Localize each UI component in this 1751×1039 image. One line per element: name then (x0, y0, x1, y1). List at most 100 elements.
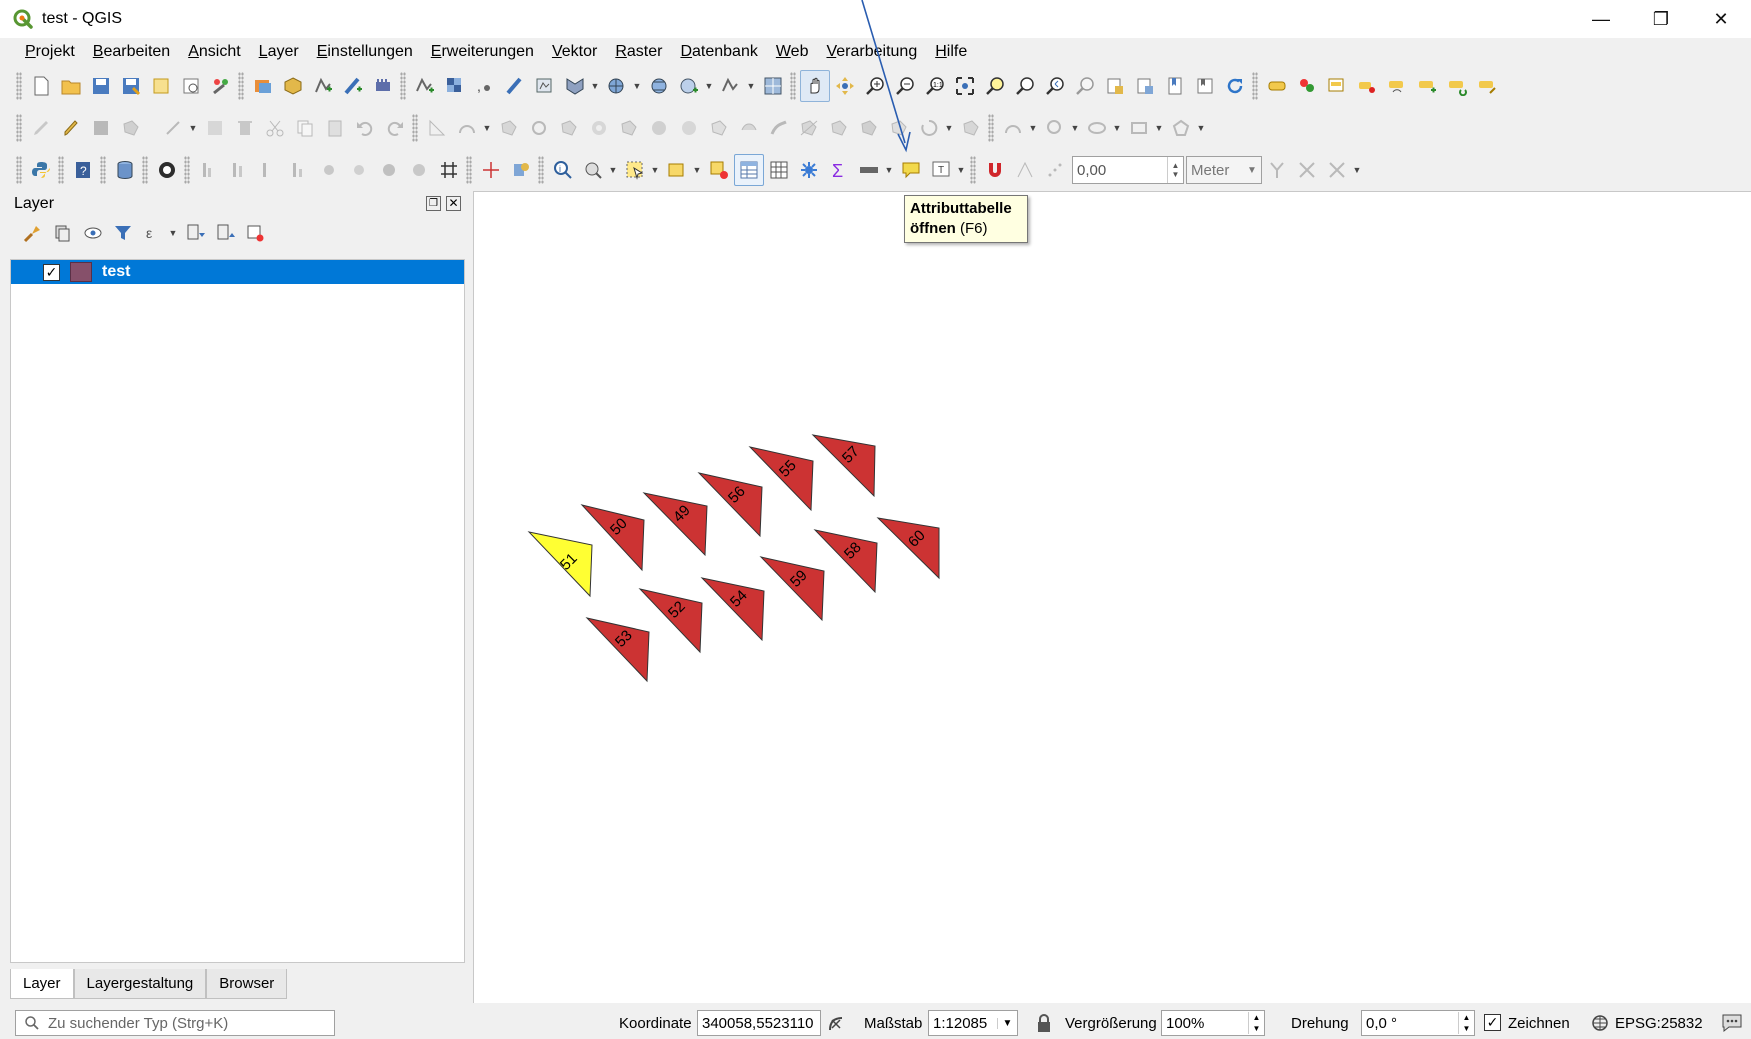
add-circle-icon[interactable] (1040, 112, 1070, 144)
toolbox-icon[interactable] (794, 154, 824, 186)
help-contents-icon[interactable]: ? (68, 154, 98, 186)
offset-curve-icon[interactable] (764, 112, 794, 144)
change-label-icon[interactable] (1472, 70, 1502, 102)
rotate-feature-icon[interactable] (524, 112, 554, 144)
scale-field[interactable]: 1:12085 ▼ (928, 1010, 1018, 1036)
filter-by-expression-icon[interactable]: ε (138, 217, 168, 249)
restore-button[interactable]: ❐ (1631, 0, 1691, 38)
data-source-manager-icon[interactable] (248, 70, 278, 102)
shape-digitize-icon[interactable] (998, 112, 1028, 144)
chevron-down-icon[interactable]: ▼ (1196, 112, 1206, 144)
add-ring-icon[interactable] (584, 112, 614, 144)
close-button[interactable]: ✕ (1691, 0, 1751, 38)
menu-bearbeiten[interactable]: Bearbeiten (84, 43, 179, 61)
new-project-icon[interactable] (26, 70, 56, 102)
add-rectangle-icon[interactable] (1124, 112, 1154, 144)
coordinate-capture-icon[interactable] (506, 154, 536, 186)
chevron-down-icon[interactable]: ▼ (956, 154, 966, 186)
toolbar-grip[interactable] (58, 156, 64, 184)
rotate-label-icon[interactable] (1442, 70, 1472, 102)
chevron-down-icon[interactable]: ▼ (590, 70, 600, 102)
render-checkbox[interactable]: ✓ (1484, 1014, 1501, 1031)
quickmapservices-icon[interactable] (152, 154, 182, 186)
cut-features-icon[interactable] (260, 112, 290, 144)
new-geopackage-icon[interactable] (278, 70, 308, 102)
add-raster-layer-icon[interactable] (440, 70, 470, 102)
menu-hilfe[interactable]: Hilfe (926, 43, 976, 61)
toggle-extents-icon[interactable] (826, 1014, 846, 1034)
new-print-layout-icon[interactable] (146, 70, 176, 102)
map-feature-60[interactable]: 60 (876, 517, 940, 580)
chevron-down-icon[interactable]: ▼ (692, 154, 702, 186)
toolbar-grip[interactable] (1252, 72, 1258, 100)
raster-tool-3-icon[interactable] (254, 154, 284, 186)
add-vector-layer-icon[interactable] (410, 70, 440, 102)
crs-globe-icon[interactable] (1590, 1014, 1610, 1032)
float-panel-icon[interactable]: ❐ (426, 196, 441, 211)
raster-tool-7-icon[interactable] (374, 154, 404, 186)
add-wcs-layer-icon[interactable] (674, 70, 704, 102)
chevron-down-icon[interactable]: ▼ (632, 70, 642, 102)
chevron-down-icon[interactable]: ▼ (884, 154, 894, 186)
menu-web[interactable]: Web (767, 43, 818, 61)
toolbar-grip[interactable] (790, 72, 796, 100)
raster-tool-6-icon[interactable] (344, 154, 374, 186)
style-panel-icon[interactable] (18, 217, 48, 249)
snapping-options-icon[interactable] (1322, 154, 1352, 186)
messages-icon[interactable] (1720, 1012, 1744, 1034)
toggle-editing-icon[interactable] (56, 112, 86, 144)
style-manager-icon[interactable] (206, 70, 236, 102)
snapping-vertex-icon[interactable] (1010, 154, 1040, 186)
text-annotation-icon[interactable]: T (926, 154, 956, 186)
new-spatial-bookmark-icon[interactable] (1160, 70, 1190, 102)
zoom-next-icon[interactable] (1070, 70, 1100, 102)
map-feature-56[interactable]: 56 (697, 472, 763, 538)
pin-labels-icon[interactable] (1322, 70, 1352, 102)
chevron-down-icon[interactable]: ▼ (168, 217, 178, 249)
add-arcgis-layer-icon[interactable] (716, 70, 746, 102)
add-group-icon[interactable] (48, 217, 78, 249)
map-feature-51[interactable]: 51 (527, 531, 593, 598)
toolbar-grip[interactable] (988, 114, 994, 142)
statistical-summary-icon[interactable]: Σ (824, 154, 854, 186)
add-part-icon[interactable] (614, 112, 644, 144)
layer-item-test[interactable]: ✓ test (11, 260, 464, 284)
map-feature-54[interactable]: 54 (700, 577, 765, 642)
modify-attributes-icon[interactable] (200, 112, 230, 144)
map-feature-59[interactable]: 59 (759, 556, 825, 622)
grid-icon[interactable] (434, 154, 464, 186)
raster-tool-5-icon[interactable] (314, 154, 344, 186)
add-regular-polygon-icon[interactable] (1166, 112, 1196, 144)
save-project-icon[interactable] (86, 70, 116, 102)
refresh-icon[interactable] (1220, 70, 1250, 102)
menu-vektor[interactable]: Vektor (543, 43, 606, 61)
add-wfs-layer-icon[interactable] (644, 70, 674, 102)
raster-tool-4-icon[interactable] (284, 154, 314, 186)
new-shapefile-icon[interactable] (308, 70, 338, 102)
diagram-options-icon[interactable] (1292, 70, 1322, 102)
georeferencer-icon[interactable] (476, 154, 506, 186)
delete-selected-icon[interactable] (230, 112, 260, 144)
menu-erweiterungen[interactable]: Erweiterungen (422, 43, 543, 61)
redo-icon[interactable] (380, 112, 410, 144)
remove-layer-icon[interactable] (240, 217, 270, 249)
python-console-icon[interactable] (26, 154, 56, 186)
filter-legend-icon[interactable] (108, 217, 138, 249)
delete-part-icon[interactable] (704, 112, 734, 144)
expand-all-icon[interactable] (180, 217, 210, 249)
chevron-down-icon[interactable]: ▼ (608, 154, 618, 186)
toolbar-grip[interactable] (16, 156, 22, 184)
menu-layer[interactable]: Layer (250, 43, 308, 61)
rotation-field[interactable]: 0,0 ° ▲ ▼ (1361, 1010, 1475, 1036)
zoom-last-icon[interactable] (1040, 70, 1070, 102)
magnifier-field[interactable]: 100% ▲ ▼ (1161, 1010, 1265, 1036)
menu-einstellungen[interactable]: Einstellungen (308, 43, 422, 61)
add-ellipse-icon[interactable] (1082, 112, 1112, 144)
vertex-tool-icon[interactable] (158, 112, 188, 144)
map-tips-icon[interactable] (896, 154, 926, 186)
pan-map-icon[interactable] (800, 70, 830, 102)
toolbar-grip[interactable] (466, 156, 472, 184)
toolbar-grip[interactable] (412, 114, 418, 142)
toolbar-grip[interactable] (400, 72, 406, 100)
add-spatialite-icon[interactable] (500, 70, 530, 102)
